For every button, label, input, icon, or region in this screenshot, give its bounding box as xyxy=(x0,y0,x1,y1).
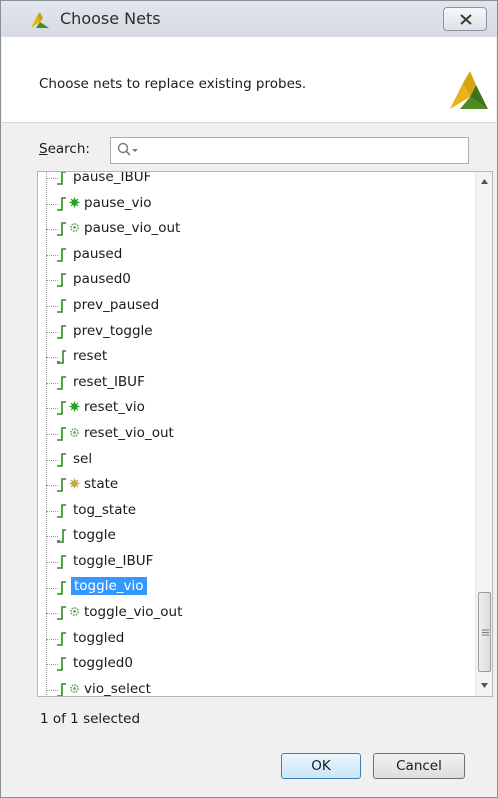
net-label[interactable]: reset_IBUF xyxy=(73,374,145,390)
net-label[interactable]: toggle_vio_out xyxy=(84,604,182,620)
net-label[interactable]: pause_vio_out xyxy=(84,220,180,236)
tree-row[interactable]: prev_toggle xyxy=(38,319,474,345)
net-icon xyxy=(57,273,66,288)
tree-row[interactable]: toggled xyxy=(38,626,474,652)
dialog-description: Choose nets to replace existing probes. xyxy=(39,76,307,92)
scroll-up-arrow-icon[interactable] xyxy=(481,179,488,184)
tree-row[interactable]: reset xyxy=(38,344,474,370)
net-icon xyxy=(57,503,66,518)
search-input[interactable] xyxy=(110,137,469,164)
title-bar[interactable]: Choose Nets xyxy=(1,1,497,37)
net-icon xyxy=(57,401,66,416)
net-label[interactable]: toggled xyxy=(73,630,124,646)
debug-probe-icon xyxy=(69,197,80,208)
net-icon xyxy=(57,324,66,339)
net-label[interactable]: pause_vio xyxy=(84,195,152,211)
cancel-button[interactable]: Cancel xyxy=(373,753,465,779)
scroll-down-arrow-icon[interactable] xyxy=(481,683,488,688)
net-icon xyxy=(57,375,66,390)
gear-icon xyxy=(70,607,79,616)
net-icon xyxy=(57,452,66,467)
tree-row[interactable]: toggle_vio_out xyxy=(38,600,474,626)
tree-row[interactable]: state xyxy=(38,472,474,498)
net-label[interactable]: vio_select xyxy=(84,681,151,696)
port-net-icon xyxy=(57,529,66,544)
tree-row[interactable]: vio_select xyxy=(38,677,474,696)
net-icon xyxy=(57,196,66,211)
tree-row[interactable]: reset_vio xyxy=(38,395,474,421)
net-icon xyxy=(57,657,66,672)
tree-row[interactable]: pause_IBUF xyxy=(38,172,474,191)
net-icon xyxy=(57,555,66,569)
net-label[interactable]: toggle_vio xyxy=(71,576,147,595)
net-icon xyxy=(57,222,66,236)
net-icon xyxy=(57,631,66,646)
net-label[interactable]: reset_vio xyxy=(84,399,145,415)
tree-row[interactable]: pause_vio xyxy=(38,191,474,217)
net-icon xyxy=(57,247,66,262)
net-label[interactable]: toggle xyxy=(73,527,116,543)
gear-icon xyxy=(70,223,79,233)
net-icon xyxy=(57,478,66,492)
net-label[interactable]: paused xyxy=(73,246,122,262)
net-icon xyxy=(57,427,66,441)
gear-icon xyxy=(70,683,79,693)
net-label[interactable]: reset xyxy=(73,348,107,364)
header-panel: Choose nets to replace existing probes. xyxy=(2,37,496,123)
net-label[interactable]: reset_vio_out xyxy=(84,425,174,441)
grip-icon xyxy=(482,629,489,636)
vertical-scrollbar[interactable] xyxy=(475,172,492,696)
net-icon xyxy=(57,683,66,696)
net-label[interactable]: toggled0 xyxy=(73,655,133,671)
tree-row[interactable]: tog_state xyxy=(38,498,474,524)
net-label[interactable]: tog_state xyxy=(73,502,136,518)
tree-row[interactable]: prev_paused xyxy=(38,293,474,319)
tree-row[interactable]: paused xyxy=(38,242,474,268)
tree-row[interactable]: toggle_vio xyxy=(38,575,474,601)
net-label[interactable]: prev_toggle xyxy=(73,323,153,339)
tree-row[interactable]: pause_vio_out xyxy=(38,216,474,242)
search-label: Search: xyxy=(39,141,90,157)
net-label[interactable]: paused0 xyxy=(73,271,131,287)
window-title: Choose Nets xyxy=(60,9,161,28)
debug-probe-icon xyxy=(69,401,80,412)
tree-row[interactable]: toggle xyxy=(38,523,474,549)
nets-tree-list: pause_IBUF pause_vio pause_vio_outpaused pa… xyxy=(38,172,474,696)
tree-row[interactable]: reset_IBUF xyxy=(38,370,474,396)
close-icon xyxy=(460,14,472,25)
close-button[interactable] xyxy=(443,7,487,31)
net-label[interactable]: prev_paused xyxy=(73,297,159,313)
tree-row[interactable]: toggled0 xyxy=(38,651,474,677)
choose-nets-dialog: Choose Nets Choose nets to replace exist… xyxy=(0,0,498,798)
net-label[interactable]: toggle_IBUF xyxy=(73,553,153,569)
vivado-logo-icon xyxy=(450,71,488,109)
nets-tree[interactable]: pause_IBUF pause_vio pause_vio_outpaused pa… xyxy=(37,171,493,697)
vivado-logo-icon xyxy=(31,12,49,28)
net-icon xyxy=(57,580,66,595)
net-icon xyxy=(57,606,66,620)
net-label[interactable]: pause_IBUF xyxy=(73,172,151,185)
net-icon xyxy=(57,299,66,313)
tree-row[interactable]: sel xyxy=(38,447,474,473)
net-label[interactable]: state xyxy=(84,476,118,492)
marked-icon xyxy=(69,478,80,489)
gear-icon xyxy=(70,428,79,437)
tree-row[interactable]: reset_vio_out xyxy=(38,421,474,447)
ok-button[interactable]: OK xyxy=(281,753,361,779)
tree-row[interactable]: toggle_IBUF xyxy=(38,549,474,575)
port-net-icon xyxy=(57,350,66,365)
net-label[interactable]: sel xyxy=(73,451,92,467)
search-icon[interactable] xyxy=(117,142,139,158)
tree-row[interactable]: paused0 xyxy=(38,267,474,293)
scrollbar-thumb[interactable] xyxy=(478,592,491,672)
net-icon xyxy=(57,172,66,185)
selection-status: 1 of 1 selected xyxy=(40,711,141,727)
